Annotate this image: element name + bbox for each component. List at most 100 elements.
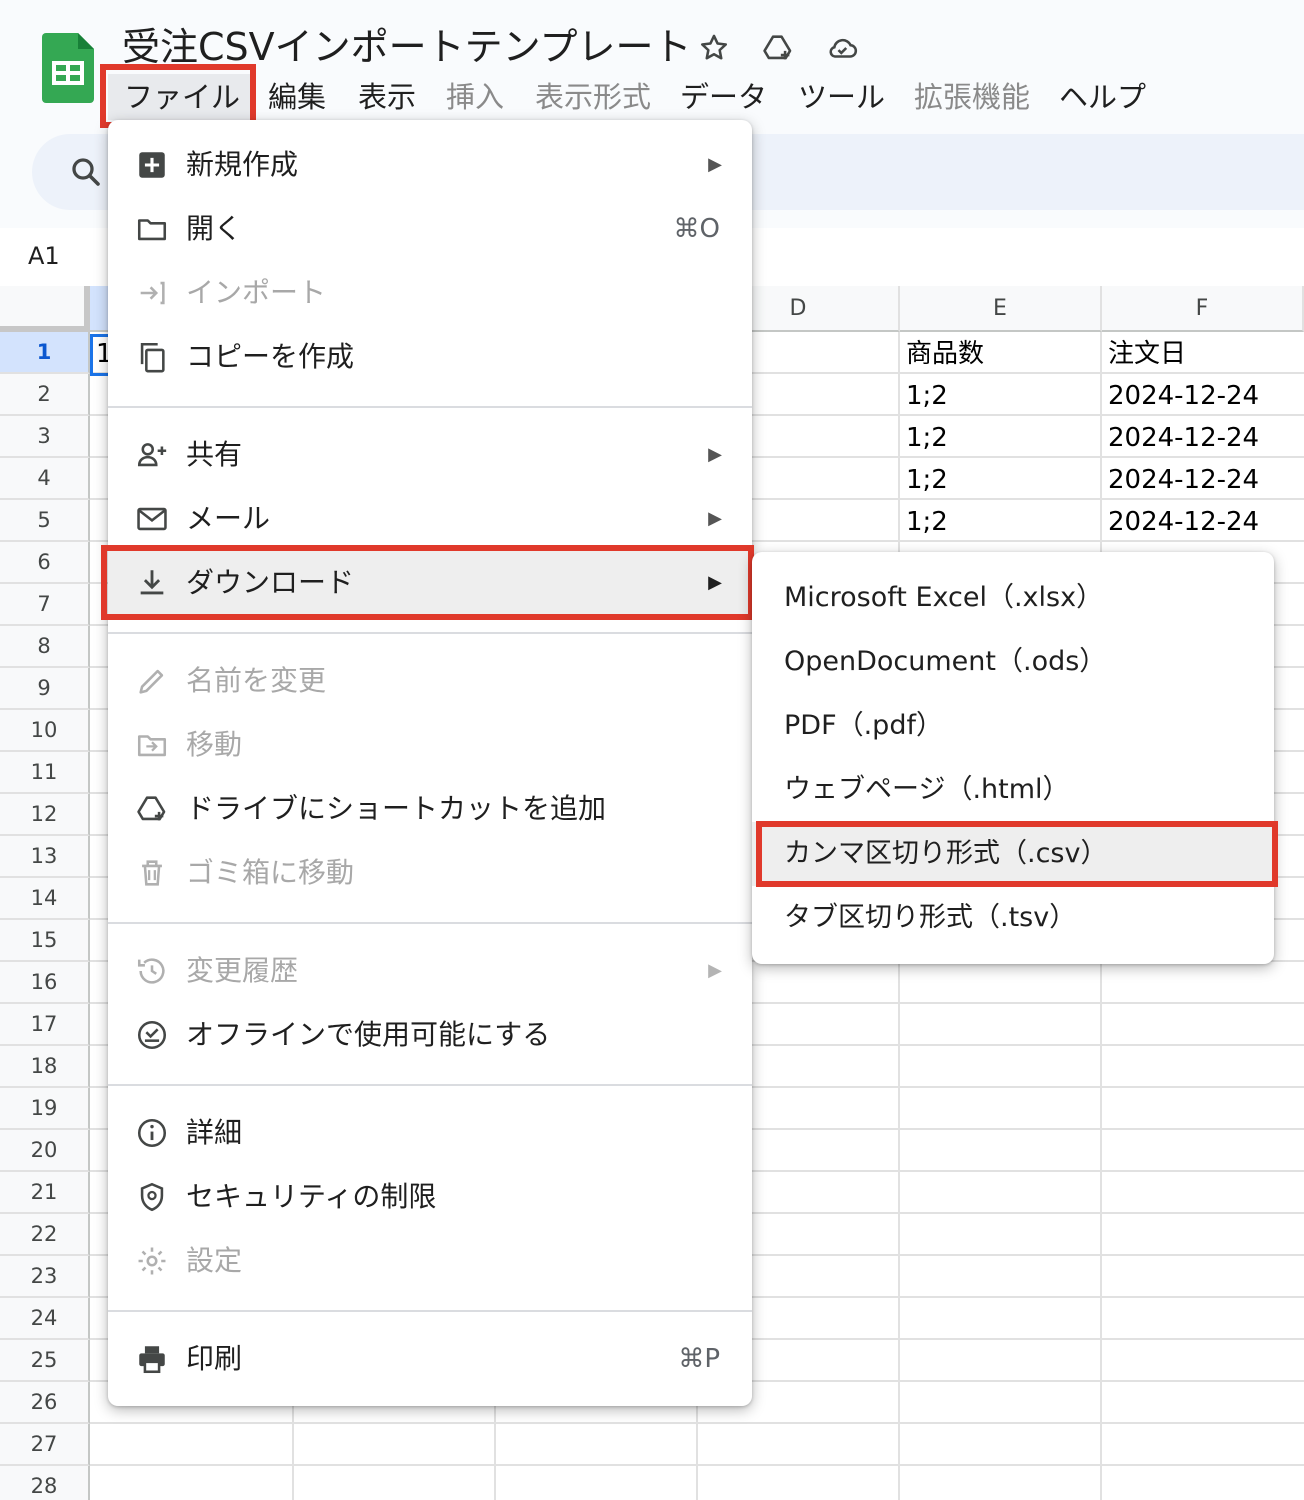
row-header[interactable]: 6 (0, 542, 90, 584)
download-ods[interactable]: OpenDocument（.ods） (752, 630, 1274, 694)
menu-item-details[interactable]: 詳細 (108, 1101, 752, 1165)
menu-insert[interactable]: 挿入 (446, 74, 504, 120)
menu-item-email[interactable]: メール ▶ (108, 487, 752, 551)
trash-icon (134, 855, 170, 891)
row-header[interactable]: 23 (0, 1256, 90, 1298)
row-header[interactable]: 7 (0, 584, 90, 626)
download-tsv[interactable]: タブ区切り形式（.tsv） (752, 886, 1274, 950)
cloud-saved-icon[interactable] (824, 30, 860, 66)
cell-e5[interactable]: 1;2 (906, 502, 948, 542)
menu-item-security[interactable]: セキュリティの制限 (108, 1165, 752, 1229)
row-header[interactable]: 13 (0, 836, 90, 878)
submenu-arrow-icon: ▶ (708, 508, 722, 529)
column-header-e[interactable]: E (900, 286, 1102, 332)
row-divider (90, 1464, 1304, 1466)
row-header[interactable]: 25 (0, 1340, 90, 1382)
gear-icon (134, 1243, 170, 1279)
row-header[interactable]: 2 (0, 374, 90, 416)
column-header-f[interactable]: F (1102, 286, 1304, 332)
row-header[interactable]: 10 (0, 710, 90, 752)
file-menu: 新規作成 ▶ 開く ⌘O インポート コピーを作成 共有 ▶ メール ▶ ダウン… (108, 120, 752, 1406)
add-person-icon (134, 437, 170, 473)
menu-item-print[interactable]: 印刷 ⌘P (108, 1327, 752, 1391)
drive-move-icon[interactable] (760, 30, 796, 66)
menu-item-settings[interactable]: 設定 (108, 1229, 752, 1293)
menu-item-add-shortcut[interactable]: ドライブにショートカットを追加 (108, 777, 752, 841)
sheets-logo-icon[interactable] (42, 33, 94, 103)
row-header[interactable]: 22 (0, 1214, 90, 1256)
row-header[interactable]: 1 (0, 332, 90, 374)
row-header[interactable]: 27 (0, 1424, 90, 1466)
menu-separator (108, 632, 752, 634)
menu-item-new[interactable]: 新規作成 ▶ (108, 133, 752, 197)
csv-highlight (756, 821, 1278, 887)
download-highlight (101, 545, 754, 620)
row-header[interactable]: 21 (0, 1172, 90, 1214)
menu-tools[interactable]: ツール (798, 74, 885, 120)
select-all-corner[interactable] (0, 286, 90, 332)
download-pdf[interactable]: PDF（.pdf） (752, 694, 1274, 758)
menu-item-open[interactable]: 開く ⌘O (108, 197, 752, 261)
download-xlsx[interactable]: Microsoft Excel（.xlsx） (752, 566, 1274, 630)
row-header[interactable]: 4 (0, 458, 90, 500)
menu-view[interactable]: 表示 (358, 74, 416, 120)
menu-separator (108, 1310, 752, 1312)
menu-data[interactable]: データ (680, 74, 767, 120)
row-header[interactable]: 15 (0, 920, 90, 962)
star-icon[interactable] (696, 30, 732, 66)
row-header[interactable]: 26 (0, 1382, 90, 1424)
drive-shortcut-icon (134, 791, 170, 827)
row-header[interactable]: 28 (0, 1466, 90, 1500)
menu-item-rename[interactable]: 名前を変更 (108, 649, 752, 713)
row-header[interactable]: 14 (0, 878, 90, 920)
row-header[interactable]: 17 (0, 1004, 90, 1046)
cell-e3[interactable]: 1;2 (906, 418, 948, 458)
menu-item-copy[interactable]: コピーを作成 (108, 325, 752, 389)
menu-item-offline[interactable]: オフラインで使用可能にする (108, 1003, 752, 1067)
import-icon (134, 275, 170, 311)
row-header[interactable]: 3 (0, 416, 90, 458)
cell-f3[interactable]: 2024-12-24 (1108, 418, 1259, 458)
row-divider (90, 1422, 1304, 1424)
row-header[interactable]: 11 (0, 752, 90, 794)
menu-item-move[interactable]: 移動 (108, 713, 752, 777)
row-header[interactable]: 18 (0, 1046, 90, 1088)
menu-item-share[interactable]: 共有 ▶ (108, 423, 752, 487)
menu-extensions[interactable]: 拡張機能 (914, 74, 1030, 120)
move-folder-icon (134, 727, 170, 763)
file-menu-highlight (100, 64, 256, 128)
row-header[interactable]: 19 (0, 1088, 90, 1130)
menu-edit[interactable]: 編集 (268, 74, 326, 120)
cell-f2[interactable]: 2024-12-24 (1108, 376, 1259, 416)
pencil-icon (134, 663, 170, 699)
name-box[interactable]: A1 (28, 238, 60, 274)
cell-e4[interactable]: 1;2 (906, 460, 948, 500)
menu-item-trash[interactable]: ゴミ箱に移動 (108, 841, 752, 905)
menu-format[interactable]: 表示形式 (535, 74, 651, 120)
new-sheet-icon (134, 147, 170, 183)
row-header[interactable]: 12 (0, 794, 90, 836)
menu-separator (108, 406, 752, 408)
cell-e1[interactable]: 商品数 (906, 334, 984, 374)
cell-f1[interactable]: 注文日 (1108, 334, 1186, 374)
cell-f4[interactable]: 2024-12-24 (1108, 460, 1259, 500)
download-html[interactable]: ウェブページ（.html） (752, 758, 1274, 822)
row-header[interactable]: 5 (0, 500, 90, 542)
menu-help[interactable]: ヘルプ (1059, 74, 1146, 120)
row-header[interactable]: 20 (0, 1130, 90, 1172)
cell-e2[interactable]: 1;2 (906, 376, 948, 416)
menu-separator (108, 922, 752, 924)
row-header[interactable]: 16 (0, 962, 90, 1004)
history-icon (134, 953, 170, 989)
row-header[interactable]: 24 (0, 1298, 90, 1340)
submenu-arrow-icon: ▶ (708, 960, 722, 981)
menu-item-version-history[interactable]: 変更履歴 ▶ (108, 939, 752, 1003)
row-header[interactable]: 9 (0, 668, 90, 710)
menu-item-import[interactable]: インポート (108, 261, 752, 325)
open-shortcut: ⌘O (673, 214, 720, 244)
row-header[interactable]: 8 (0, 626, 90, 668)
offline-check-icon (134, 1017, 170, 1053)
cell-f5[interactable]: 2024-12-24 (1108, 502, 1259, 542)
copy-icon (134, 339, 170, 375)
printer-icon (134, 1341, 170, 1377)
